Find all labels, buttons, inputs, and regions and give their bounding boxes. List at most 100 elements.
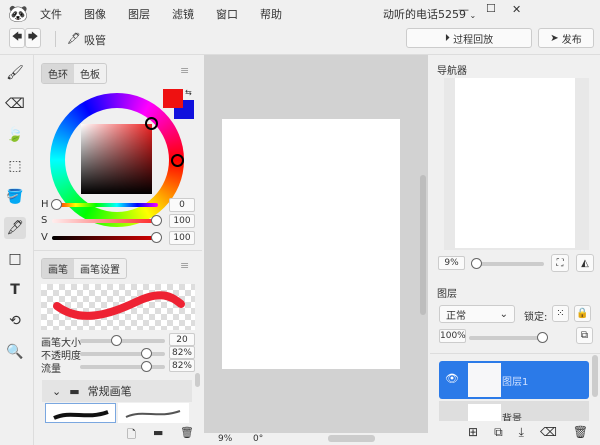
eyedropper-tool[interactable]: 🖋 [4,217,26,239]
lock-layer-button[interactable]: 🔒 [574,305,591,322]
v-slider[interactable] [52,232,162,243]
brush-size-slider[interactable] [80,335,165,346]
menu-filter[interactable]: 滤镜 [172,6,194,22]
canvas-page[interactable] [222,119,400,369]
zoom-tool[interactable]: 🔍 [4,341,26,363]
brush-folder-icon[interactable]: ▬ [153,426,163,439]
s-label: S [41,215,48,226]
menu-layer[interactable]: 图层 [128,6,150,22]
navigator-zoom-value[interactable]: 9% [438,256,465,270]
layer-opacity-slider[interactable] [469,332,548,343]
primary-color-swatch[interactable] [163,89,183,108]
hue-picker[interactable] [171,154,184,167]
navigator-preview[interactable] [444,78,589,250]
text-tool[interactable]: T [4,279,26,301]
menu-help[interactable]: 帮助 [260,6,282,22]
redo-button[interactable]: 🡆 [25,28,41,48]
tab-swatches[interactable]: 色板 [74,64,106,83]
layer-actions: ⊞ ⧉ ⤓ ⌫ 🗑 [468,425,589,440]
brush-size-value[interactable]: 20 [169,333,195,346]
eye-icon[interactable]: 👁 [445,372,459,385]
h-slider[interactable] [51,199,158,210]
brush-tool[interactable]: 🖌 [4,62,26,84]
divider [55,31,56,47]
flip-button[interactable]: ◭ [576,254,594,272]
maximize-button[interactable]: ☐ [486,2,496,15]
layer-item-2[interactable]: 背景 [439,401,589,421]
chevron-down-icon: ⌄ [499,308,508,320]
delete-brush-icon[interactable]: 🗑 [180,426,194,439]
horizontal-scrollbar[interactable] [328,435,375,442]
brush-tabs: 画笔 画笔设置 [41,258,127,279]
fill-tool[interactable]: 🪣 [4,186,26,208]
brush-scrollbar[interactable] [195,373,200,387]
tab-brush-settings[interactable]: 画笔设置 [74,259,126,278]
fit-screen-button[interactable]: ⛶ [551,254,569,272]
layer-item-1[interactable]: 👁 图层1 [439,361,589,399]
layer-name: 背景 [502,414,522,421]
delete-layer-icon[interactable]: 🗑 [573,425,588,440]
duplicate-layer-icon[interactable]: ⧉ [494,425,503,440]
transform-tool[interactable]: ⟲ [4,310,26,332]
sv-square[interactable] [81,124,152,194]
panel-divider [34,250,202,251]
app-logo: 🐼 [8,4,28,23]
layers-scrollbar[interactable] [592,355,598,397]
undo-button[interactable]: 🡄 [9,28,25,48]
panel-menu-icon[interactable]: ≡ [180,64,189,77]
brush-item-selected[interactable] [45,403,116,423]
clip-layer-button[interactable]: ⧉ [576,327,593,344]
replay-button[interactable]: ⏵ 过程回放 [406,28,532,48]
brush-panel-menu-icon[interactable]: ≡ [180,259,189,272]
tab-color-wheel[interactable]: 色环 [42,64,74,83]
current-tool-label: 吸管 [83,34,106,47]
layer-opacity-value[interactable]: 100% [439,329,466,343]
opacity-value[interactable]: 82% [169,346,195,359]
minimize-button[interactable]: — [458,3,469,16]
sv-picker[interactable] [145,117,158,130]
status-angle: 0° [253,434,264,444]
v-label: V [41,232,48,243]
clear-layer-icon[interactable]: ⌫ [540,425,557,440]
s-value[interactable]: 100 [169,214,195,228]
opacity-slider[interactable] [80,348,165,359]
menu-image[interactable]: 图像 [84,6,106,22]
eraser-tool[interactable]: ⌫ [4,93,26,115]
chevron-down-icon: ⌄ [469,11,477,20]
publish-button[interactable]: ➤ 发布 [538,28,594,48]
lock-transparency-button[interactable]: ⁙ [552,305,569,322]
selection-tool[interactable]: ⬚ [4,155,26,177]
brush-preview [41,284,195,330]
brush-group-header[interactable]: ⌄ ▬ 常规画笔 [42,380,192,402]
navigator-page [455,78,575,248]
add-layer-icon[interactable]: ⊞ [468,425,478,440]
vertical-scrollbar[interactable] [420,175,426,315]
smudge-tool[interactable]: 🍃 [4,124,26,146]
layer-thumbnail [468,404,501,421]
h-value[interactable]: 0 [169,198,195,212]
navigator-zoom-slider[interactable] [471,258,544,269]
v-value[interactable]: 100 [169,231,195,245]
flow-slider[interactable] [80,361,165,372]
menu-file[interactable]: 文件 [40,6,62,22]
layer-name: 图层1 [502,377,529,388]
color-tabs: 色环 色板 [41,63,107,84]
publish-label: 发布 [561,34,582,46]
close-button[interactable]: ✕ [512,3,521,16]
s-slider[interactable] [52,215,162,226]
brush-stroke-preview [53,291,185,320]
navigator-title: 导航器 [437,66,467,77]
tab-brush[interactable]: 画笔 [42,259,74,278]
menu-window[interactable]: 窗口 [216,6,238,22]
blend-mode-select[interactable]: 正常 ⌄ [439,305,515,323]
merge-down-icon[interactable]: ⤓ [519,425,524,440]
swap-colors-icon[interactable]: ⇆ [185,88,192,97]
brush-item[interactable] [118,403,189,423]
flow-value[interactable]: 82% [169,359,195,372]
current-tool: 🖋 吸管 [67,32,106,48]
shape-tool[interactable]: □ [4,248,26,270]
new-brush-icon[interactable]: 🗋 [127,426,136,445]
menu-bar: 文件 图像 图层 滤镜 窗口 帮助 [40,6,304,22]
layer-thumbnail [468,363,501,397]
canvas-area[interactable] [204,55,428,433]
